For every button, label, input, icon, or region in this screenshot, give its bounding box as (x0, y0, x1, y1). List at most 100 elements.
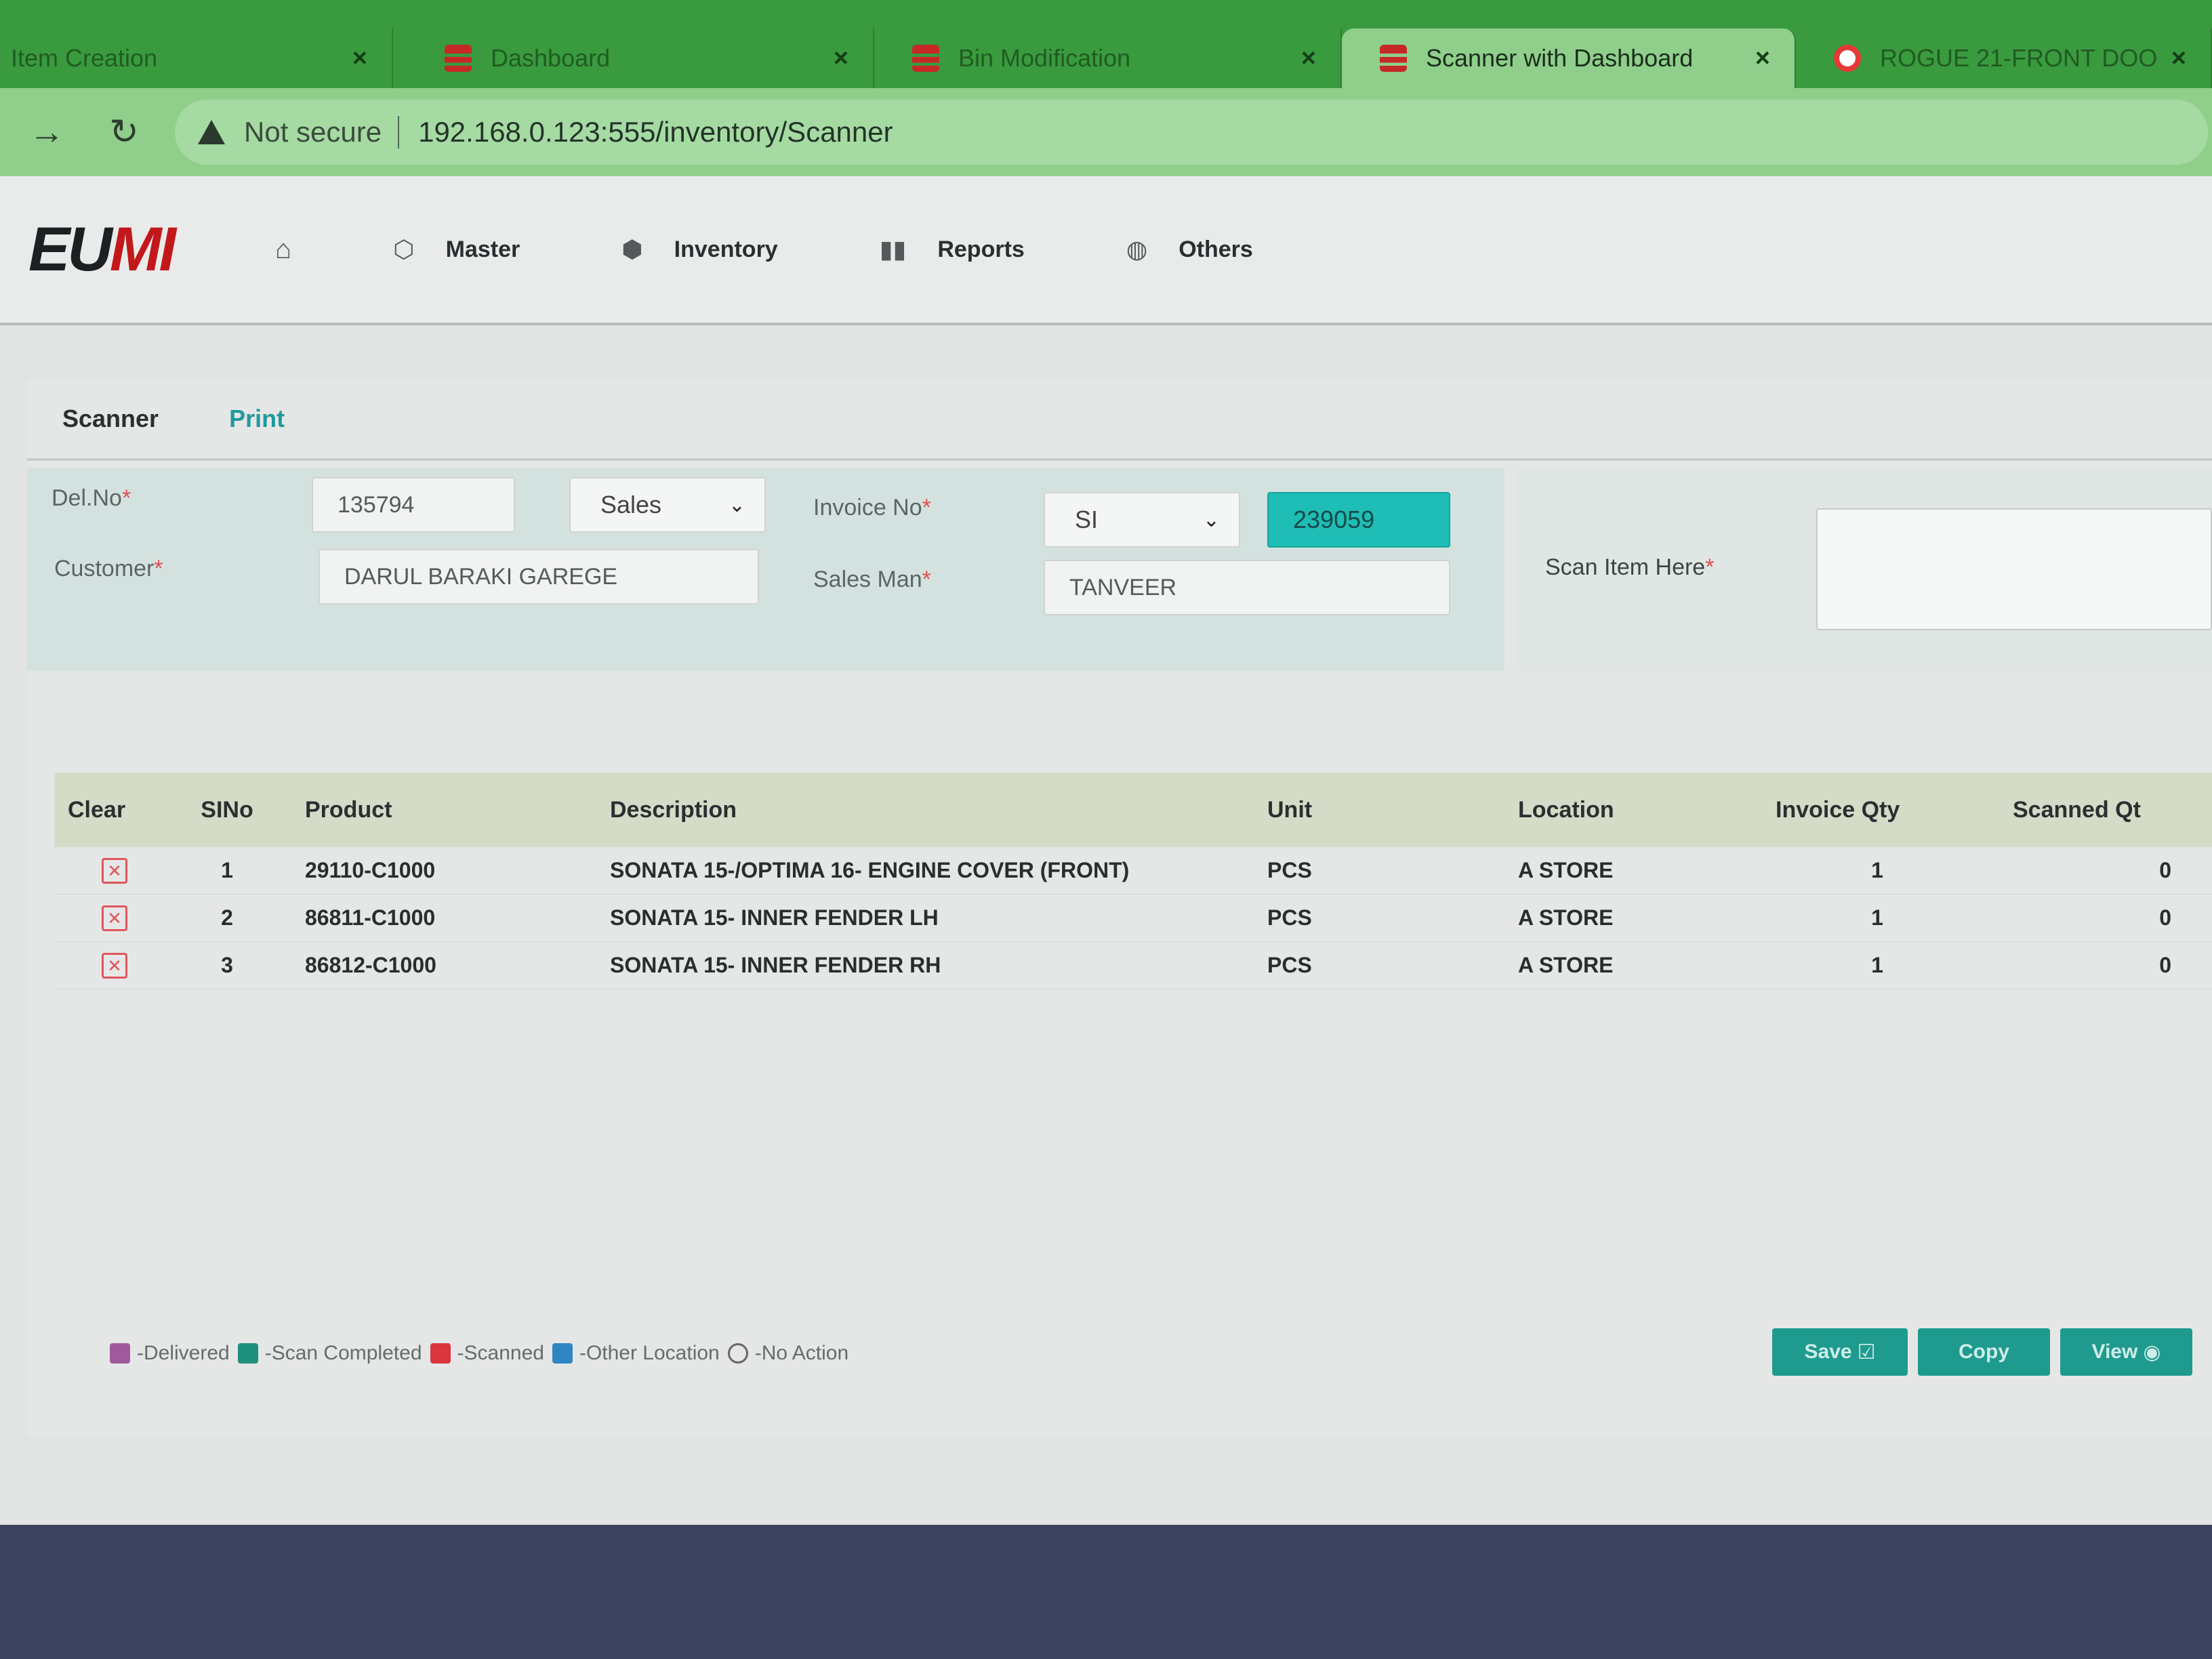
selected-value: Sales (600, 491, 662, 518)
col-invoice-qty: Invoice Qty (1776, 796, 1900, 823)
nav-reports[interactable]: ▮▮ Reports (880, 235, 1025, 264)
forward-icon[interactable]: → (16, 112, 77, 152)
cell-description: SONATA 15- INNER FENDER LH (610, 905, 939, 930)
remove-row-icon[interactable]: ✕ (102, 858, 127, 884)
legend-swatch-delivered (110, 1343, 130, 1364)
invoice-number-input[interactable]: 239059 (1267, 492, 1450, 548)
items-table: Clear SINo Product Description Unit Loca… (54, 773, 2212, 989)
nav-label: Others (1179, 236, 1253, 262)
cell-clear: ✕ (54, 952, 169, 979)
app-favicon-icon (1380, 45, 1407, 72)
chevron-down-icon: ⌄ (1202, 508, 1220, 531)
nav-label: Master (445, 236, 520, 262)
cell-clear: ✕ (54, 857, 169, 884)
view-label: View (2091, 1340, 2138, 1363)
cell-location: A STORE (1518, 953, 1614, 977)
cell-sino: 1 (221, 858, 233, 882)
address-bar[interactable]: Not secure 192.168.0.123:555/inventory/S… (175, 100, 2208, 165)
tab-google-search[interactable]: ROGUE 21-FRONT DOOR MO × (1796, 28, 2212, 88)
cell-product: 86811-C1000 (305, 905, 436, 930)
browser-toolbar: → ↻ Not secure 192.168.0.123:555/invento… (0, 88, 2212, 176)
col-description: Description (610, 796, 737, 823)
copy-button[interactable]: Copy (1918, 1328, 2050, 1376)
cell-clear: ✕ (54, 905, 169, 931)
security-status[interactable]: Not secure (244, 116, 382, 148)
divider (398, 116, 400, 148)
cell-scanned-qty: 0 (2159, 953, 2171, 977)
nav-inventory[interactable]: ⬢ Inventory (621, 235, 777, 264)
table-row: ✕ 1 29110-C1000 SONATA 15-/OPTIMA 16- EN… (54, 847, 2212, 895)
save-button[interactable]: Save ☑ (1772, 1328, 1908, 1376)
cell-unit: PCS (1267, 858, 1312, 882)
col-scanned-qty: Scanned Qt (2013, 796, 2141, 823)
sub-tabs: Scanner Print (27, 380, 2212, 461)
tab-scanner-with-dashboard[interactable]: Scanner with Dashboard × (1342, 28, 1796, 88)
tab-title: Bin Modification (958, 44, 1131, 72)
close-icon[interactable]: × (1301, 44, 1316, 73)
scan-item-label: Scan Item Here* (1545, 554, 1715, 580)
scan-item-input[interactable] (1816, 508, 2212, 630)
cell-location: A STORE (1518, 905, 1614, 930)
tab-dashboard[interactable]: Dashboard × (407, 28, 874, 88)
cell-location: A STORE (1518, 858, 1614, 882)
legend-label: -Scanned (457, 1342, 544, 1364)
table-header: Clear SINo Product Description Unit Loca… (54, 773, 2212, 847)
brand-logo[interactable]: EUMI (28, 214, 176, 285)
tab-title: Item Creation (11, 44, 158, 72)
tab-bin-modification[interactable]: Bin Modification × (874, 28, 1342, 88)
tab-scanner[interactable]: Scanner (27, 405, 194, 433)
chevron-down-icon: ⌄ (728, 493, 745, 516)
app-favicon-icon (445, 45, 472, 72)
customer-label: Customer* (54, 556, 163, 581)
legend-swatch-no-action (727, 1343, 748, 1364)
url-text[interactable]: 192.168.0.123:555/inventory/Scanner (418, 116, 893, 148)
copy-label: Copy (1959, 1340, 2009, 1363)
bar-chart-icon: ▮▮ (879, 235, 907, 263)
scan-panel: Scan Item Here* (1518, 468, 2212, 671)
cell-description: SONATA 15-/OPTIMA 16- ENGINE COVER (FRON… (610, 858, 1130, 882)
screen-bezel (0, 1525, 2212, 1659)
nav-master[interactable]: ⬡ Master (393, 235, 520, 264)
sales-man-label: Sales Man* (813, 567, 931, 592)
sales-man-input[interactable]: TANVEER (1044, 560, 1450, 615)
legend-swatch-other-location (552, 1343, 573, 1364)
top-navigation: EUMI ⌂ ⬡ Master ⬢ Inventory ▮▮ Reports ◍… (0, 176, 2212, 325)
customer-input[interactable]: DARUL BARAKI GAREGE (319, 549, 759, 605)
cell-scanned-qty: 0 (2159, 858, 2171, 882)
cube-icon: ⬡ (393, 235, 415, 263)
app-favicon-icon (912, 45, 939, 72)
status-legend: -Delivered -Scan Completed -Scanned -Oth… (102, 1342, 848, 1365)
cell-unit: PCS (1267, 905, 1312, 930)
view-button[interactable]: View ◉ (2060, 1328, 2192, 1376)
home-icon[interactable]: ⌂ (275, 234, 291, 265)
remove-row-icon[interactable]: ✕ (102, 905, 127, 931)
col-unit: Unit (1267, 796, 1313, 823)
selected-value: SI (1075, 506, 1099, 533)
box-icon: ⬢ (621, 235, 643, 263)
del-no-label: Del.No* (52, 485, 131, 511)
tab-item-creation[interactable]: Item Creation × (0, 28, 393, 88)
app-window: EUMI ⌂ ⬡ Master ⬢ Inventory ▮▮ Reports ◍… (0, 176, 2212, 1525)
tab-print[interactable]: Print (194, 405, 320, 433)
close-icon[interactable]: × (1755, 44, 1770, 73)
invoice-prefix-select[interactable]: SI ⌄ (1044, 492, 1240, 548)
legend-label: -No Action (754, 1342, 849, 1364)
col-clear[interactable]: Clear (54, 797, 169, 823)
browser-tabstrip: Item Creation × Dashboard × Bin Modifica… (0, 0, 2212, 88)
delivery-type-select[interactable]: Sales ⌄ (569, 477, 766, 533)
nav-others[interactable]: ◍ Others (1126, 235, 1253, 264)
del-no-input[interactable]: 135794 (312, 477, 515, 533)
logo-text-accent: MI (109, 214, 176, 284)
reload-icon[interactable]: ↻ (94, 112, 155, 152)
close-icon[interactable]: × (2171, 44, 2186, 73)
col-location: Location (1518, 796, 1614, 823)
close-icon[interactable]: × (352, 44, 367, 73)
legend-label: -Other Location (579, 1342, 720, 1364)
save-icon: ☑ (1857, 1340, 1876, 1364)
remove-row-icon[interactable]: ✕ (102, 953, 127, 979)
invoice-no-label: Invoice No* (813, 495, 931, 520)
cell-sino: 3 (221, 953, 233, 977)
table-row: ✕ 2 86811-C1000 SONATA 15- INNER FENDER … (54, 895, 2212, 942)
eye-icon: ◉ (2143, 1340, 2161, 1364)
close-icon[interactable]: × (834, 44, 848, 73)
